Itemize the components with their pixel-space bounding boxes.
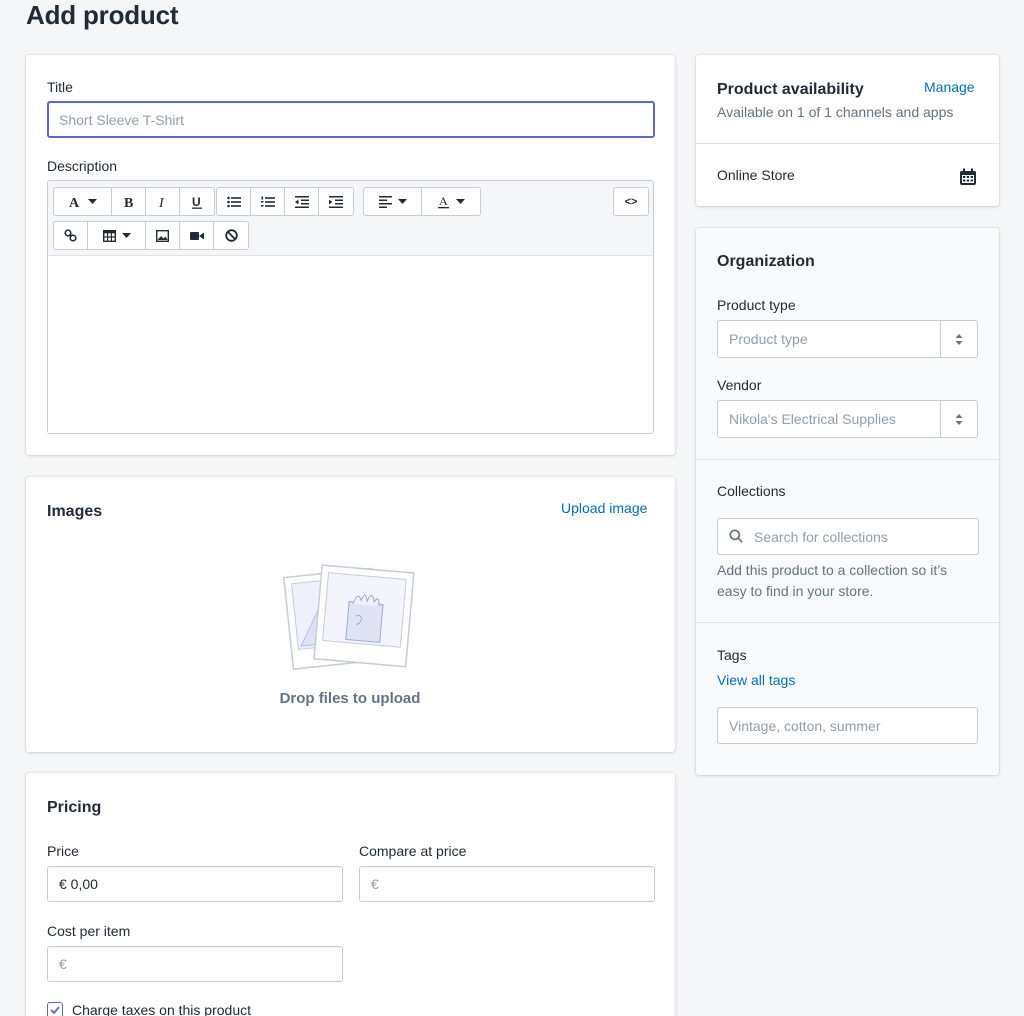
italic-icon: I: [158, 196, 165, 209]
svg-text:A: A: [69, 196, 80, 209]
image-button[interactable]: [146, 222, 180, 249]
indent-icon: [329, 195, 343, 208]
list-group: [216, 187, 354, 216]
outdent-icon: [294, 195, 309, 208]
clear-formatting-icon: [224, 229, 238, 242]
checkmark-icon: [50, 1006, 60, 1014]
clear-formatting-button[interactable]: [214, 222, 248, 249]
link-icon: [64, 229, 77, 242]
tags-input[interactable]: [717, 707, 978, 744]
compare-price-label: Compare at price: [359, 843, 467, 859]
image-icon: [156, 229, 169, 242]
vendor-select[interactable]: Nikola's Electrical Supplies: [717, 400, 978, 438]
collections-label: Collections: [717, 483, 786, 499]
product-type-select[interactable]: Product type: [717, 320, 978, 358]
title-input[interactable]: [47, 101, 655, 138]
bullet-list-icon: [226, 196, 241, 207]
charge-taxes-label[interactable]: Charge taxes on this product: [72, 1002, 251, 1016]
font-icon: A: [69, 196, 80, 209]
align-group: A: [363, 187, 481, 216]
product-type-label: Product type: [717, 297, 796, 313]
svg-text:I: I: [158, 196, 165, 209]
font-group: A B I U: [53, 187, 215, 216]
svg-text:A: A: [439, 195, 448, 208]
bold-icon: B: [124, 196, 133, 209]
description-editor: A B I U A <>: [47, 180, 654, 434]
online-store-channel: Online Store: [717, 167, 795, 183]
table-icon: [102, 229, 116, 242]
collections-help-line-1: Add this product to a collection so it’s: [717, 562, 948, 578]
product-type-value: Product type: [729, 331, 808, 347]
page-title: Add product: [26, 0, 179, 30]
price-input[interactable]: [47, 866, 343, 902]
select-arrows-icon: [940, 321, 977, 357]
pricing-heading: Pricing: [47, 799, 102, 816]
collections-search-input[interactable]: [717, 518, 979, 555]
organization-heading: Organization: [717, 253, 815, 270]
chevron-down-icon: [456, 199, 465, 204]
editor-toolbar: A B I U A <>: [48, 181, 653, 256]
numbered-list-icon: [260, 196, 275, 207]
compare-price-input[interactable]: [359, 866, 655, 902]
drop-files-text: Drop files to upload: [279, 690, 421, 707]
outdent-button[interactable]: [285, 188, 319, 215]
text-color-button[interactable]: A: [422, 188, 480, 215]
view-all-tags-link[interactable]: View all tags: [717, 672, 795, 688]
collections-help-line-2: easy to find in your store.: [717, 583, 874, 599]
underline-icon: U: [192, 195, 202, 209]
images-heading: Images: [47, 503, 103, 520]
vendor-label: Vendor: [717, 377, 762, 393]
svg-text:U: U: [192, 195, 201, 209]
tags-label: Tags: [717, 647, 747, 663]
upload-image-link[interactable]: Upload image: [561, 500, 647, 516]
chevron-down-icon: [121, 233, 131, 238]
text-color-icon: A: [438, 195, 449, 208]
table-button[interactable]: [88, 222, 146, 249]
image-dropzone[interactable]: Drop files to upload: [270, 555, 430, 725]
link-button[interactable]: [54, 222, 88, 249]
html-group: <>: [613, 187, 649, 216]
description-textarea[interactable]: [48, 257, 653, 433]
video-button[interactable]: [180, 222, 214, 249]
svg-text:B: B: [124, 196, 133, 209]
search-icon: [729, 529, 743, 543]
availability-divider: [696, 143, 999, 144]
availability-card: [696, 55, 999, 206]
font-family-button[interactable]: A: [54, 188, 112, 215]
align-button[interactable]: [364, 188, 422, 215]
underline-button[interactable]: U: [180, 188, 214, 215]
availability-heading: Product availability: [717, 81, 864, 98]
title-label: Title: [47, 79, 73, 95]
manage-link[interactable]: Manage: [924, 79, 975, 95]
select-arrows-icon: [940, 401, 977, 437]
cost-per-item-label: Cost per item: [47, 923, 131, 939]
video-camera-icon: [189, 231, 204, 240]
indent-button[interactable]: [319, 188, 353, 215]
organization-divider: [696, 459, 999, 460]
description-label: Description: [47, 158, 118, 174]
charge-taxes-checkbox[interactable]: [47, 1002, 63, 1016]
html-source-button[interactable]: <>: [614, 188, 648, 215]
italic-button[interactable]: I: [146, 188, 180, 215]
chevron-down-icon: [397, 199, 407, 204]
availability-subtitle: Available on 1 of 1 channels and apps: [717, 104, 954, 120]
price-label: Price: [47, 843, 79, 859]
insert-group: [53, 221, 249, 250]
numbered-list-button[interactable]: [251, 188, 285, 215]
calendar-icon[interactable]: [959, 168, 977, 186]
bullet-list-button[interactable]: [217, 188, 251, 215]
align-left-icon: [378, 195, 392, 208]
photos-illustration-icon: [283, 564, 415, 670]
vendor-value: Nikola's Electrical Supplies: [729, 411, 896, 427]
chevron-down-icon: [88, 199, 97, 204]
bold-button[interactable]: B: [112, 188, 146, 215]
cost-per-item-input[interactable]: [47, 946, 343, 982]
tags-divider: [696, 622, 999, 623]
collections-search-wrapper: [717, 518, 979, 555]
